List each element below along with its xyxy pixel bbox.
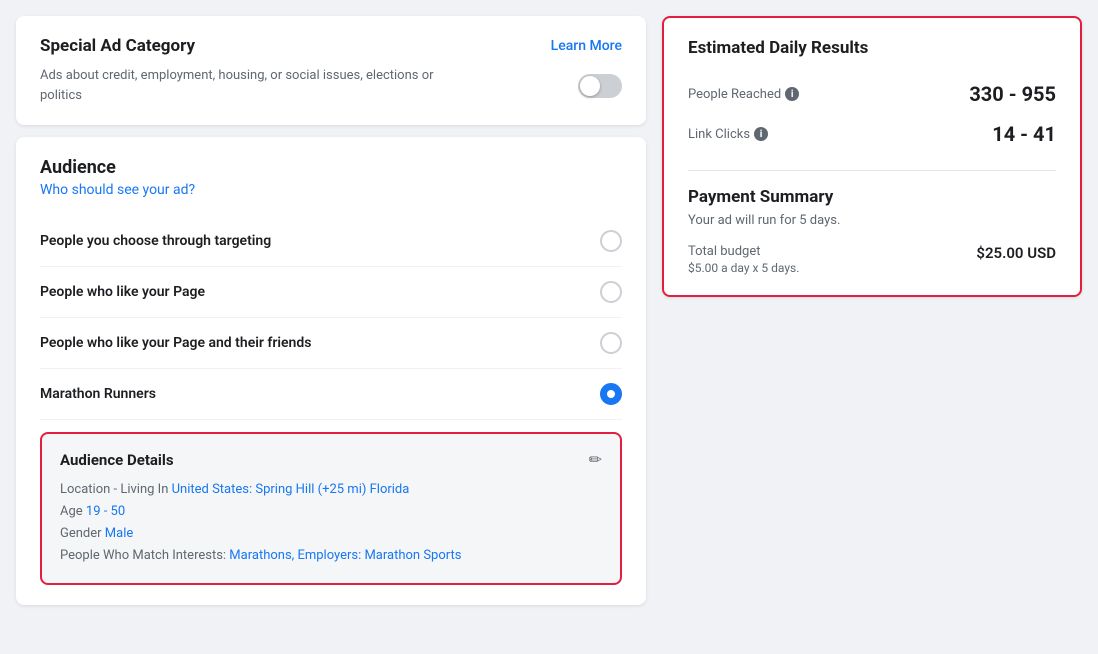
audience-option-3-label: Marathon Runners — [40, 386, 156, 402]
gender-prefix: Gender — [60, 526, 105, 541]
payment-row: Total budget $5.00 a day x 5 days. $25.0… — [688, 244, 1056, 275]
special-ad-toggle[interactable] — [578, 74, 622, 98]
audience-radio-3[interactable] — [600, 383, 622, 405]
estimated-results-title: Estimated Daily Results — [688, 38, 1056, 58]
right-panel: Estimated Daily Results People Reached i… — [662, 16, 1082, 638]
audience-details-title: Audience Details — [60, 451, 174, 469]
audience-card: Audience Who should see your ad? People … — [16, 137, 646, 605]
audience-detail-gender: Gender Male — [60, 523, 602, 545]
audience-detail-location: Location - Living In United States: Spri… — [60, 479, 602, 501]
payment-title: Payment Summary — [688, 187, 1056, 207]
audience-details-header: Audience Details ✏ — [60, 450, 602, 469]
special-ad-title: Special Ad Category — [40, 36, 195, 56]
special-ad-card: Special Ad Category Learn More Ads about… — [16, 16, 646, 125]
age-link: 19 - 50 — [86, 504, 125, 519]
audience-detail-age: Age 19 - 50 — [60, 501, 602, 523]
special-ad-row: Ads about credit, employment, housing, o… — [40, 66, 622, 105]
link-clicks-info-icon[interactable]: i — [754, 127, 768, 141]
audience-option-2[interactable]: People who like your Page and their frie… — [40, 318, 622, 369]
audience-option-1[interactable]: People who like your Page — [40, 267, 622, 318]
audience-subtitle: Who should see your ad? — [40, 182, 622, 198]
total-budget-label: Total budget — [688, 244, 799, 259]
audience-radio-1[interactable] — [600, 281, 622, 303]
people-reached-info-icon[interactable]: i — [785, 87, 799, 101]
audience-radio-2[interactable] — [600, 332, 622, 354]
payment-subtitle: Your ad will run for 5 days. — [688, 213, 1056, 228]
total-budget-value: $25.00 USD — [976, 244, 1056, 262]
special-ad-description: Ads about credit, employment, housing, o… — [40, 66, 460, 105]
audience-option-1-label: People who like your Page — [40, 284, 205, 300]
audience-details-box: Audience Details ✏ Location - Living In … — [40, 432, 622, 585]
audience-radio-0[interactable] — [600, 230, 622, 252]
left-panel: Special Ad Category Learn More Ads about… — [16, 16, 646, 638]
toggle-slider — [578, 74, 622, 98]
estimated-results-card: Estimated Daily Results People Reached i… — [662, 16, 1082, 297]
audience-option-0-label: People you choose through targeting — [40, 233, 271, 249]
payment-breakdown: $5.00 a day x 5 days. — [688, 261, 799, 275]
interests-prefix: People Who Match Interests: — [60, 548, 229, 563]
link-clicks-row: Link Clicks i 14 - 41 — [688, 114, 1056, 154]
age-prefix: Age — [60, 504, 86, 519]
link-clicks-value: 14 - 41 — [992, 122, 1056, 146]
link-clicks-label: Link Clicks i — [688, 127, 768, 142]
special-ad-header: Special Ad Category Learn More — [40, 36, 622, 56]
people-reached-row: People Reached i 330 - 955 — [688, 74, 1056, 114]
edit-icon[interactable]: ✏ — [589, 450, 602, 469]
audience-detail-interests: People Who Match Interests: Marathons, E… — [60, 545, 602, 567]
divider — [688, 170, 1056, 171]
payment-label-group: Total budget $5.00 a day x 5 days. — [688, 244, 799, 275]
audience-option-2-label: People who like your Page and their frie… — [40, 335, 311, 351]
learn-more-link[interactable]: Learn More — [551, 38, 622, 54]
location-prefix: Location - Living In — [60, 482, 172, 497]
people-reached-label: People Reached i — [688, 87, 799, 102]
people-reached-value: 330 - 955 — [969, 82, 1056, 106]
audience-option-0[interactable]: People you choose through targeting — [40, 216, 622, 267]
gender-link: Male — [105, 526, 133, 541]
audience-title: Audience — [40, 157, 622, 178]
audience-option-3[interactable]: Marathon Runners — [40, 369, 622, 420]
interests-link: Marathons, Employers: Marathon Sports — [229, 548, 461, 563]
location-link: United States: Spring Hill (+25 mi) Flor… — [172, 482, 410, 497]
